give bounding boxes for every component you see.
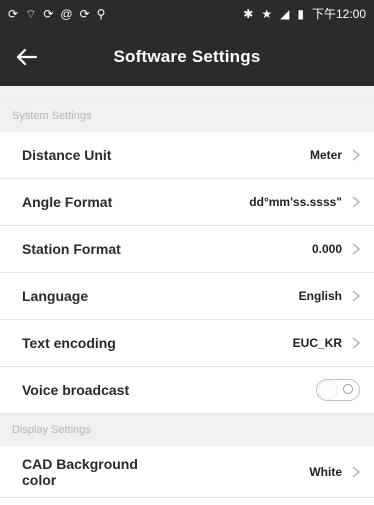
status-time: 下午12:00	[311, 7, 366, 21]
toggle-knob	[319, 381, 337, 399]
chevron-right-icon	[352, 290, 360, 302]
chevron-right-icon	[352, 149, 360, 161]
setting-label: Text encoding	[22, 335, 116, 351]
setting-label: Distance Unit	[22, 147, 112, 163]
at-icon: @	[60, 7, 73, 21]
setting-label: Angle Format	[22, 194, 113, 210]
star-icon: ★	[261, 7, 273, 21]
battery-icon: ▮	[297, 7, 304, 21]
app-bar: Software Settings	[0, 28, 374, 86]
page-title: Software Settings	[113, 47, 261, 66]
setting-value: White	[309, 464, 342, 479]
setting-value: Meter	[309, 148, 342, 162]
setting-value: 0.000	[311, 242, 342, 256]
setting-label: Station Format	[22, 241, 121, 257]
chevron-right-icon	[352, 243, 360, 255]
setting-row-distance-unit[interactable]: Distance Unit Meter	[0, 132, 374, 179]
setting-value: English	[298, 289, 342, 303]
setting-row-station-format[interactable]: Station Format 0.000	[0, 226, 374, 273]
setting-label: Language	[22, 288, 89, 304]
setting-label-line2: color	[22, 471, 57, 488]
sync-icon: ⟳	[43, 7, 54, 21]
top-spacer	[0, 86, 374, 100]
location-icon: ⚲	[96, 7, 106, 21]
setting-value: EUC_KR	[292, 336, 342, 350]
toggle-off-icon	[343, 384, 353, 394]
setting-row-voice-broadcast: Voice broadcast	[0, 367, 374, 414]
section-header-system-settings: System Settings	[0, 100, 374, 132]
setting-row-cad-background-color[interactable]: CAD Background color White	[0, 446, 374, 498]
bluetooth-icon: ✱	[243, 7, 254, 21]
setting-label: CAD Background color	[22, 456, 309, 488]
status-right-icons: ✱ ★ ◢ ▮ 下午12:00	[243, 8, 366, 20]
chevron-right-icon	[352, 337, 360, 349]
status-left-icons: ⟳ ⌔ ⟳ @ ⟳ ⚲	[8, 8, 105, 20]
chevron-right-icon	[352, 196, 360, 208]
status-bar: ⟳ ⌔ ⟳ @ ⟳ ⚲ ✱ ★ ◢ ▮ 下午12:00	[0, 0, 374, 28]
back-arrow-icon[interactable]	[14, 44, 40, 70]
chevron-right-icon	[352, 465, 360, 478]
section-header-display-settings: Display Settings	[0, 414, 374, 446]
wifi-icon: ⌔	[25, 7, 37, 21]
sync-icon: ⟳	[79, 7, 90, 21]
setting-row-language[interactable]: Language English	[0, 273, 374, 320]
setting-row-text-encoding[interactable]: Text encoding EUC_KR	[0, 320, 374, 367]
setting-label-line1: CAD Background	[22, 455, 138, 472]
voice-broadcast-toggle[interactable]	[316, 379, 360, 401]
setting-label: Voice broadcast	[22, 382, 130, 398]
setting-row-angle-format[interactable]: Angle Format dd°mm'ss.ssss"	[0, 179, 374, 226]
signal-icon: ◢	[280, 7, 290, 21]
sync-icon: ⟳	[8, 7, 19, 21]
setting-value: dd°mm'ss.ssss"	[249, 195, 342, 209]
